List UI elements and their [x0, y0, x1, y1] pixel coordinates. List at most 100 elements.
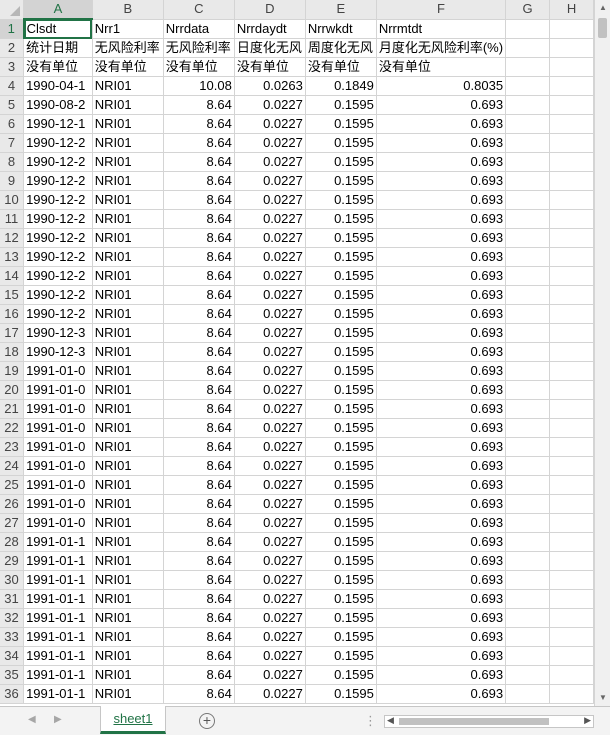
cell-b22[interactable]: NRI01 — [92, 418, 164, 438]
cell-b26[interactable]: NRI01 — [92, 494, 164, 514]
cell-c8[interactable]: 8.64 — [163, 152, 235, 172]
cell-e23[interactable]: 0.1595 — [305, 437, 377, 457]
cell-g23[interactable] — [505, 437, 551, 457]
cell-d29[interactable]: 0.0227 — [234, 551, 306, 571]
scroll-right-icon[interactable]: ▶ — [584, 715, 591, 726]
row-header[interactable]: 19 — [0, 361, 25, 381]
row-header[interactable]: 13 — [0, 247, 25, 267]
cell-c2[interactable]: 无风险利率 — [163, 38, 235, 58]
scroll-up-icon[interactable]: ▲ — [595, 0, 610, 16]
cell-d36[interactable]: 0.0227 — [234, 684, 306, 704]
cell-e15[interactable]: 0.1595 — [305, 285, 377, 305]
cell-g2[interactable] — [505, 38, 551, 58]
cell-c5[interactable]: 8.64 — [163, 95, 235, 115]
cell-d20[interactable]: 0.0227 — [234, 380, 306, 400]
cell-b9[interactable]: NRI01 — [92, 171, 164, 191]
cell-h22[interactable] — [549, 418, 594, 438]
cell-d14[interactable]: 0.0227 — [234, 266, 306, 286]
cell-h14[interactable] — [549, 266, 594, 286]
cell-f13[interactable]: 0.693 — [376, 247, 507, 267]
cell-a31[interactable]: 1991-01-1 — [23, 589, 93, 609]
cell-g8[interactable] — [505, 152, 551, 172]
cell-h4[interactable] — [549, 76, 594, 96]
cell-h2[interactable] — [549, 38, 594, 58]
cell-b14[interactable]: NRI01 — [92, 266, 164, 286]
cell-g24[interactable] — [505, 456, 551, 476]
cell-h31[interactable] — [549, 589, 594, 609]
cell-d1[interactable]: Nrrdaydt — [234, 19, 306, 39]
cell-b18[interactable]: NRI01 — [92, 342, 164, 362]
cell-d17[interactable]: 0.0227 — [234, 323, 306, 343]
column-header-h[interactable]: H — [549, 0, 594, 20]
cell-d5[interactable]: 0.0227 — [234, 95, 306, 115]
cell-e25[interactable]: 0.1595 — [305, 475, 377, 495]
row-header[interactable]: 16 — [0, 304, 25, 324]
cell-h5[interactable] — [549, 95, 594, 115]
cell-c33[interactable]: 8.64 — [163, 627, 235, 647]
cell-b29[interactable]: NRI01 — [92, 551, 164, 571]
cell-c24[interactable]: 8.64 — [163, 456, 235, 476]
cell-f30[interactable]: 0.693 — [376, 570, 507, 590]
cell-c17[interactable]: 8.64 — [163, 323, 235, 343]
cell-a4[interactable]: 1990-04-1 — [23, 76, 93, 96]
cell-f7[interactable]: 0.693 — [376, 133, 507, 153]
row-header[interactable]: 2 — [0, 38, 25, 58]
cell-e32[interactable]: 0.1595 — [305, 608, 377, 628]
row-header[interactable]: 15 — [0, 285, 25, 305]
cell-d11[interactable]: 0.0227 — [234, 209, 306, 229]
cell-e19[interactable]: 0.1595 — [305, 361, 377, 381]
cell-g5[interactable] — [505, 95, 551, 115]
cell-b33[interactable]: NRI01 — [92, 627, 164, 647]
cell-b21[interactable]: NRI01 — [92, 399, 164, 419]
row-header[interactable]: 36 — [0, 684, 25, 704]
cell-g17[interactable] — [505, 323, 551, 343]
cell-f26[interactable]: 0.693 — [376, 494, 507, 514]
cell-c3[interactable]: 没有单位 — [163, 57, 235, 77]
cell-h21[interactable] — [549, 399, 594, 419]
cell-h19[interactable] — [549, 361, 594, 381]
cell-e36[interactable]: 0.1595 — [305, 684, 377, 704]
cell-b4[interactable]: NRI01 — [92, 76, 164, 96]
cell-d34[interactable]: 0.0227 — [234, 646, 306, 666]
cell-c4[interactable]: 10.08 — [163, 76, 235, 96]
cell-f21[interactable]: 0.693 — [376, 399, 507, 419]
cell-f6[interactable]: 0.693 — [376, 114, 507, 134]
cell-f5[interactable]: 0.693 — [376, 95, 507, 115]
cell-e14[interactable]: 0.1595 — [305, 266, 377, 286]
cell-g15[interactable] — [505, 285, 551, 305]
cell-g3[interactable] — [505, 57, 551, 77]
cell-f18[interactable]: 0.693 — [376, 342, 507, 362]
cell-f36[interactable]: 0.693 — [376, 684, 507, 704]
cell-f28[interactable]: 0.693 — [376, 532, 507, 552]
cell-e21[interactable]: 0.1595 — [305, 399, 377, 419]
cell-f8[interactable]: 0.693 — [376, 152, 507, 172]
cell-a19[interactable]: 1991-01-0 — [23, 361, 93, 381]
cell-f4[interactable]: 0.8035 — [376, 76, 507, 96]
row-header[interactable]: 29 — [0, 551, 25, 571]
cell-e2[interactable]: 周度化无风 — [305, 38, 377, 58]
cell-h13[interactable] — [549, 247, 594, 267]
cell-h1[interactable] — [549, 19, 594, 39]
cell-f15[interactable]: 0.693 — [376, 285, 507, 305]
cell-g11[interactable] — [505, 209, 551, 229]
cell-f23[interactable]: 0.693 — [376, 437, 507, 457]
cell-b15[interactable]: NRI01 — [92, 285, 164, 305]
cell-g4[interactable] — [505, 76, 551, 96]
cell-h10[interactable] — [549, 190, 594, 210]
cell-e35[interactable]: 0.1595 — [305, 665, 377, 685]
cell-f35[interactable]: 0.693 — [376, 665, 507, 685]
cell-a13[interactable]: 1990-12-2 — [23, 247, 93, 267]
cell-f16[interactable]: 0.693 — [376, 304, 507, 324]
cell-d22[interactable]: 0.0227 — [234, 418, 306, 438]
cell-g14[interactable] — [505, 266, 551, 286]
cell-h25[interactable] — [549, 475, 594, 495]
cell-h11[interactable] — [549, 209, 594, 229]
cell-e13[interactable]: 0.1595 — [305, 247, 377, 267]
cell-h26[interactable] — [549, 494, 594, 514]
row-header[interactable]: 31 — [0, 589, 25, 609]
cell-d15[interactable]: 0.0227 — [234, 285, 306, 305]
cell-a2[interactable]: 统计日期 — [23, 38, 93, 58]
vertical-scrollbar[interactable]: ▲ ▼ — [594, 0, 610, 706]
cell-a30[interactable]: 1991-01-1 — [23, 570, 93, 590]
cell-d2[interactable]: 日度化无风 — [234, 38, 306, 58]
